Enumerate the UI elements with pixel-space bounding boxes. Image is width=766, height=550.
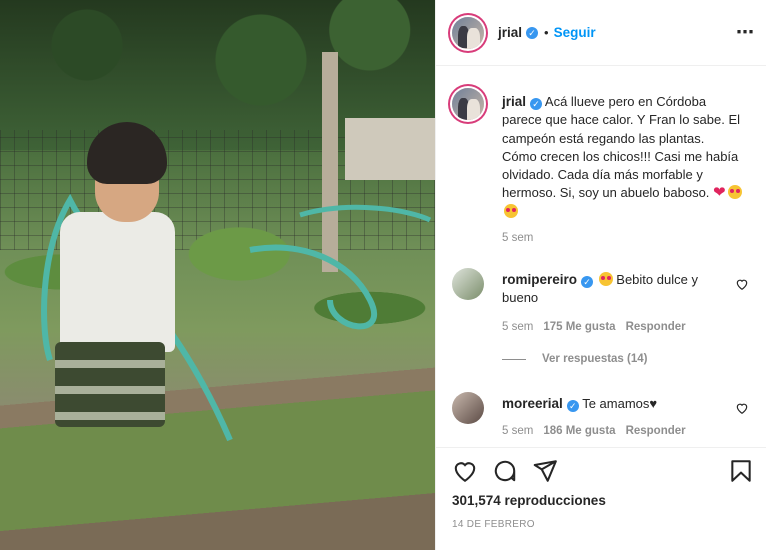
comment-text: moreerial ✓ Te amamos♥ xyxy=(502,395,724,413)
caption-text: jrial ✓ Acá llueve pero en Córdoba parece… xyxy=(502,93,742,221)
commenter-avatar[interactable] xyxy=(452,392,484,424)
instagram-post: jrial ✓ • Seguir ⋯ jrial ✓ Acá llueve per… xyxy=(0,0,766,550)
comment-time[interactable]: 5 sem xyxy=(502,321,533,333)
reply-button[interactable]: Responder xyxy=(626,425,686,437)
comment-meta: 5 sem 186 Me gusta Responder xyxy=(502,425,686,437)
post-date[interactable]: 14 DE FEBRERO xyxy=(452,519,535,530)
author-avatar[interactable] xyxy=(452,16,484,49)
verified-badge-icon: ✓ xyxy=(530,98,543,110)
reply-button[interactable]: Responder xyxy=(626,321,686,333)
follow-button[interactable]: Seguir xyxy=(554,25,596,40)
caption-time[interactable]: 5 sem xyxy=(502,232,533,244)
separator-dot: • xyxy=(544,25,549,40)
like-comment-heart-icon[interactable] xyxy=(735,401,749,415)
child-figure xyxy=(55,122,180,442)
post-actions: 301,574 reproducciones 14 DE FEBRERO xyxy=(436,447,766,550)
caption-avatar[interactable] xyxy=(452,88,484,120)
views-count[interactable]: 301,574 reproducciones xyxy=(452,493,606,508)
smiling-face-with-hearts-icon xyxy=(727,185,742,200)
comment-text: romipereiro ✓ Bebito dulce y bueno xyxy=(502,271,724,307)
comment-likes[interactable]: 175 Me gusta xyxy=(543,321,615,333)
comment-time[interactable]: 5 sem xyxy=(502,425,533,437)
heart-emoji-icon: ❤ xyxy=(713,184,726,202)
verified-badge-icon: ✓ xyxy=(526,26,539,39)
replies-divider xyxy=(502,358,526,360)
view-replies-button[interactable]: Ver respuestas (14) xyxy=(502,353,647,365)
view-replies-label: Ver respuestas (14) xyxy=(542,353,648,365)
comment-icon[interactable] xyxy=(492,458,518,484)
post-video[interactable] xyxy=(0,0,435,550)
more-options-icon[interactable]: ⋯ xyxy=(736,22,755,43)
comment-likes[interactable]: 186 Me gusta xyxy=(543,425,615,437)
commenter-username[interactable]: moreerial xyxy=(502,396,563,411)
verified-badge-icon: ✓ xyxy=(566,400,579,412)
caption-username[interactable]: jrial xyxy=(502,94,526,109)
comments-section: jrial ✓ Acá llueve pero en Córdoba parece… xyxy=(436,67,766,447)
commenter-avatar[interactable] xyxy=(452,268,484,300)
comment-meta: 5 sem 175 Me gusta Responder xyxy=(502,321,686,333)
caption-body: Acá llueve pero en Córdoba parece que ha… xyxy=(502,94,741,201)
heart-eyes-emoji-icon xyxy=(504,203,518,218)
share-icon[interactable] xyxy=(532,458,558,484)
heart-icon[interactable] xyxy=(452,458,478,484)
commenter-username[interactable]: romipereiro xyxy=(502,272,577,287)
comment-body: Te amamos♥ xyxy=(582,396,658,411)
bookmark-icon[interactable] xyxy=(728,458,754,484)
heart-eyes-emoji-icon xyxy=(598,272,613,286)
verified-badge-icon: ✓ xyxy=(581,276,594,288)
post-side-panel: jrial ✓ • Seguir ⋯ jrial ✓ Acá llueve per… xyxy=(435,0,766,550)
post-header: jrial ✓ • Seguir ⋯ xyxy=(436,0,766,66)
author-username[interactable]: jrial xyxy=(498,25,522,40)
like-comment-heart-icon[interactable] xyxy=(735,277,749,291)
